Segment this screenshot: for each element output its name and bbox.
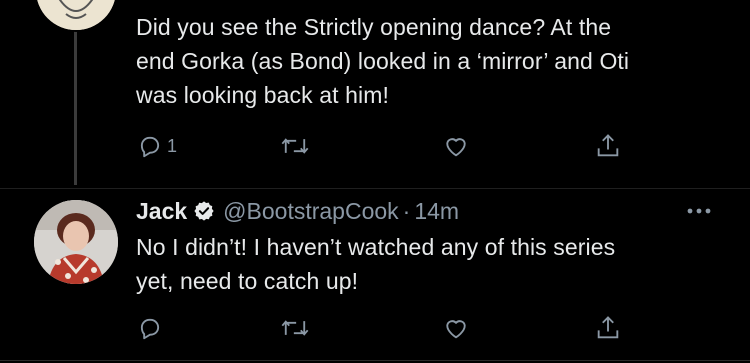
separator-dot: ·: [402, 197, 411, 224]
tweet1-reply-button[interactable]: 1: [136, 126, 177, 166]
tweet1-share-button[interactable]: [594, 126, 622, 166]
reply-icon: [140, 136, 160, 158]
timestamp[interactable]: 14m: [414, 198, 459, 225]
avatar-drawing-icon: [36, 0, 116, 30]
tweet2-header: Jack @BootstrapCook · 14m: [136, 196, 459, 226]
tweet1-text: Did you see the Strictly opening dance? …: [136, 10, 629, 112]
tweet2-text: No I didn’t! I haven’t watched any of th…: [136, 230, 615, 298]
share-icon: [597, 134, 619, 157]
user-handle[interactable]: @BootstrapCook: [223, 198, 399, 225]
tweet1-like-button[interactable]: [442, 126, 470, 166]
tweet1-line: was looking back at him!: [136, 82, 389, 108]
jack-avatar[interactable]: [34, 200, 118, 284]
tweet2-line: yet, need to catch up!: [136, 268, 359, 294]
retweet-icon: [281, 138, 309, 154]
share-icon: [597, 316, 619, 339]
tweet1-line: Did you see the Strictly opening dance? …: [136, 14, 612, 40]
more-options-button[interactable]: [682, 196, 716, 226]
like-icon: [446, 320, 466, 339]
tweet-divider: [0, 188, 750, 189]
reply-count: 1: [167, 135, 178, 156]
display-name[interactable]: Jack: [136, 198, 187, 225]
retweet-icon: [281, 320, 309, 336]
tweet2-retweet-button[interactable]: [280, 308, 310, 348]
profile-photo-icon: [34, 200, 118, 284]
reply-icon: [140, 318, 160, 340]
tweet2-action-bar: [120, 308, 660, 348]
like-icon: [446, 138, 466, 157]
tweet1-action-bar: 1: [120, 126, 660, 166]
more-options-icon: [687, 208, 711, 214]
tweet2-like-button[interactable]: [442, 308, 470, 348]
tweet2-line: No I didn’t! I haven’t watched any of th…: [136, 234, 616, 260]
tweet2-reply-button[interactable]: [136, 308, 164, 348]
previous-author-avatar[interactable]: [34, 0, 118, 32]
tweet1-line: end Gorka (as Bond) looked in a ‘mirror’…: [136, 48, 630, 74]
tweet-divider: [0, 360, 750, 361]
tweet2-share-button[interactable]: [594, 308, 622, 348]
verified-badge-icon: [193, 200, 215, 222]
tweet1-retweet-button[interactable]: [280, 126, 310, 166]
